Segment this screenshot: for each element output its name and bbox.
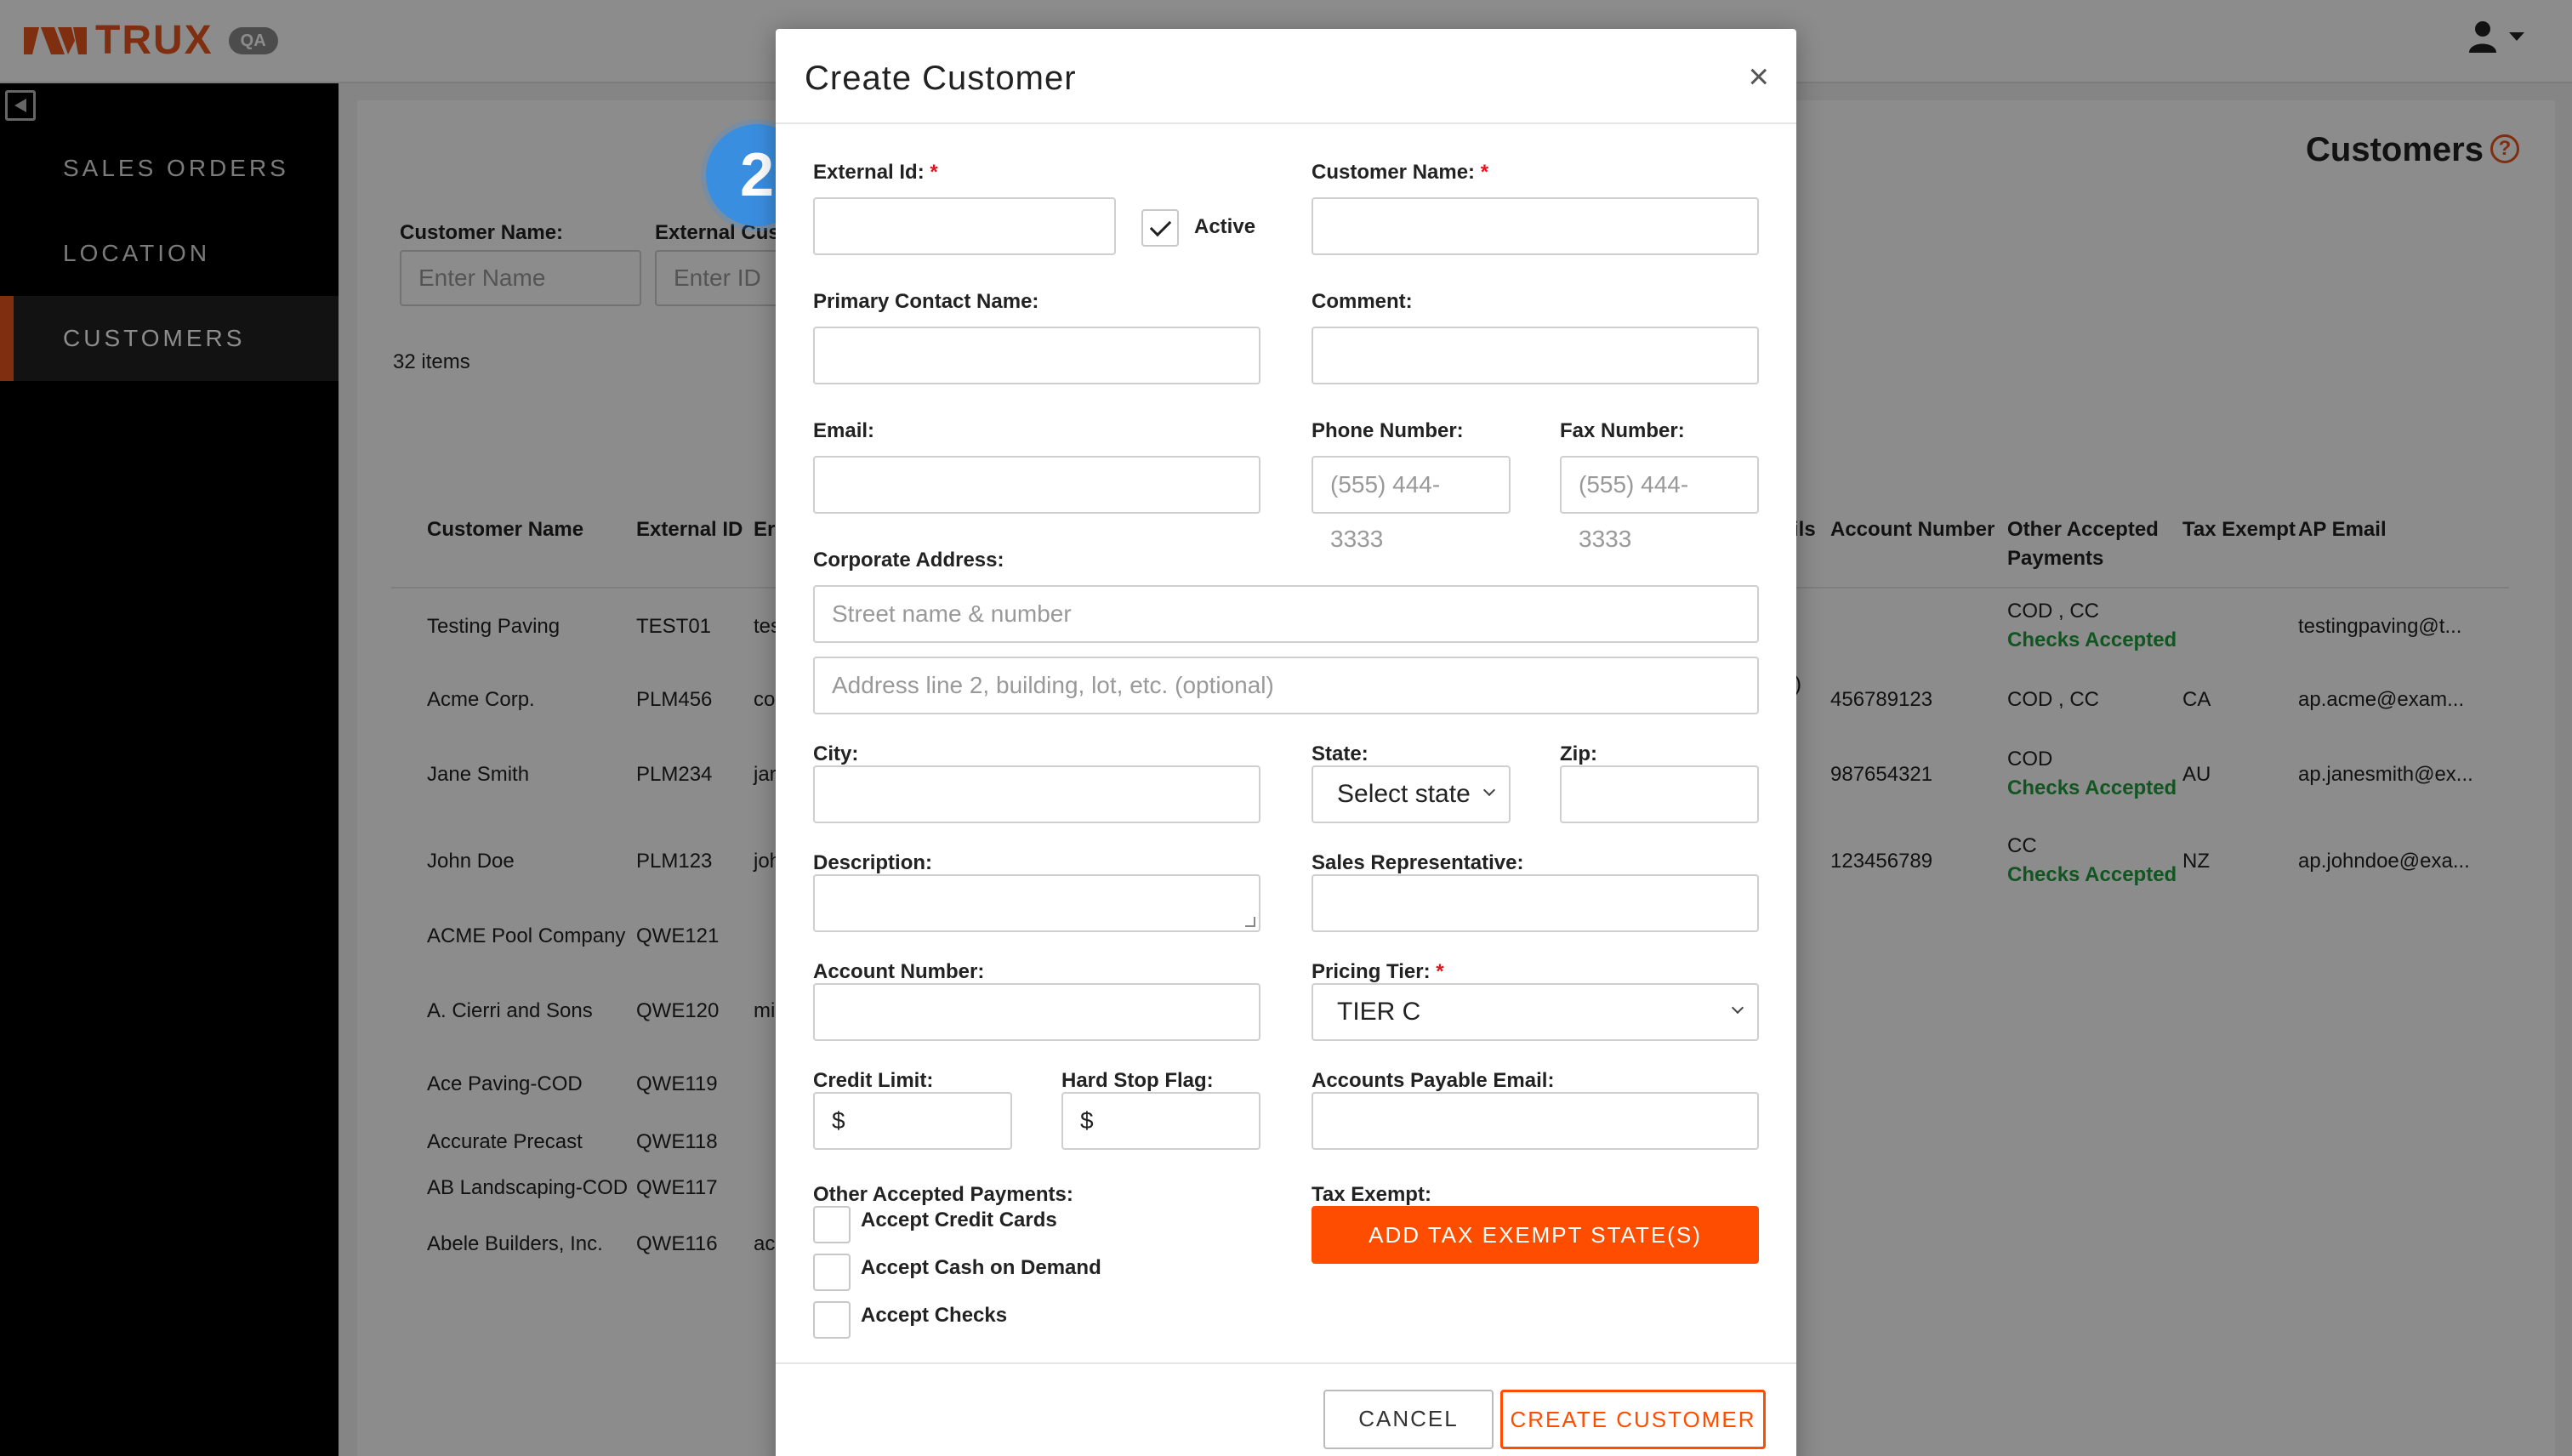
currency-symbol: $: [1080, 1107, 1094, 1134]
cancel-button[interactable]: CANCEL: [1323, 1390, 1494, 1449]
accept-checks-label: Accept Checks: [861, 1304, 1008, 1327]
dialog-footer-divider: [776, 1362, 1796, 1364]
active-label: Active: [1194, 215, 1256, 238]
zip-label: Zip:: [1560, 742, 1597, 765]
state-select[interactable]: Select state: [1312, 765, 1511, 823]
create-customer-dialog: Create Customer × External Id: * Active …: [776, 29, 1796, 1456]
active-checkbox[interactable]: [1141, 209, 1179, 247]
ap-email-input[interactable]: [1312, 1092, 1759, 1150]
credit-limit-label: Credit Limit:: [813, 1069, 934, 1092]
description-label: Description:: [813, 851, 933, 874]
close-icon[interactable]: ×: [1748, 59, 1769, 94]
city-input[interactable]: [813, 765, 1260, 823]
customer-name-input[interactable]: [1312, 197, 1759, 255]
create-customer-button[interactable]: CREATE CUSTOMER: [1500, 1390, 1766, 1449]
account-number-label: Account Number:: [813, 960, 985, 983]
email-input[interactable]: [813, 456, 1260, 514]
sales-rep-label: Sales Representative:: [1312, 851, 1524, 874]
zip-input[interactable]: [1560, 765, 1759, 823]
state-select-value: Select state: [1337, 780, 1471, 808]
account-number-input[interactable]: [813, 983, 1260, 1041]
accept-credit-cards-label: Accept Credit Cards: [861, 1209, 1057, 1231]
resize-handle-icon[interactable]: [1245, 917, 1255, 927]
phone-label: Phone Number:: [1312, 419, 1464, 442]
primary-contact-label: Primary Contact Name:: [813, 290, 1039, 313]
accept-cod-label: Accept Cash on Demand: [861, 1256, 1101, 1279]
accept-checks-checkbox[interactable]: [813, 1301, 851, 1339]
sales-rep-input[interactable]: [1312, 874, 1759, 932]
comment-label: Comment:: [1312, 290, 1413, 313]
chevron-down-icon: [1731, 1001, 1744, 1015]
other-payments-label: Other Accepted Payments:: [813, 1183, 1073, 1206]
corporate-address-label: Corporate Address:: [813, 549, 1004, 572]
primary-contact-input[interactable]: [813, 327, 1260, 384]
customer-name-label: Customer Name: *: [1312, 161, 1489, 184]
email-label: Email:: [813, 419, 875, 442]
city-label: City:: [813, 742, 859, 765]
phone-input[interactable]: (555) 444-3333: [1312, 456, 1511, 552]
dialog-title: Create Customer: [805, 60, 1077, 97]
accept-cod-checkbox[interactable]: [813, 1254, 851, 1291]
pricing-tier-select[interactable]: TIER C: [1312, 983, 1759, 1041]
description-textarea[interactable]: [813, 874, 1260, 932]
dialog-header: Create Customer ×: [776, 29, 1796, 124]
hard-stop-input[interactable]: $: [1061, 1092, 1260, 1150]
hard-stop-label: Hard Stop Flag:: [1061, 1069, 1214, 1092]
comment-input[interactable]: [1312, 327, 1759, 384]
street-input[interactable]: Street name & number: [813, 585, 1759, 643]
address-line2-input[interactable]: Address line 2, building, lot, etc. (opt…: [813, 657, 1759, 714]
currency-symbol: $: [832, 1107, 845, 1134]
chevron-down-icon: [1482, 783, 1496, 797]
fax-input[interactable]: (555) 444-3333: [1560, 456, 1759, 552]
state-label: State:: [1312, 742, 1369, 765]
fax-label: Fax Number:: [1560, 419, 1685, 442]
accept-credit-cards-checkbox[interactable]: [813, 1206, 851, 1243]
credit-limit-input[interactable]: $: [813, 1092, 1012, 1150]
external-id-input[interactable]: [813, 197, 1116, 255]
pricing-tier-label: Pricing Tier: *: [1312, 960, 1444, 983]
tax-exempt-label: Tax Exempt:: [1312, 1183, 1431, 1206]
pricing-tier-value: TIER C: [1337, 998, 1421, 1026]
ap-email-label: Accounts Payable Email:: [1312, 1069, 1555, 1092]
external-id-label: External Id: *: [813, 161, 938, 184]
add-tax-exempt-button[interactable]: ADD TAX EXEMPT STATE(S): [1312, 1206, 1759, 1264]
